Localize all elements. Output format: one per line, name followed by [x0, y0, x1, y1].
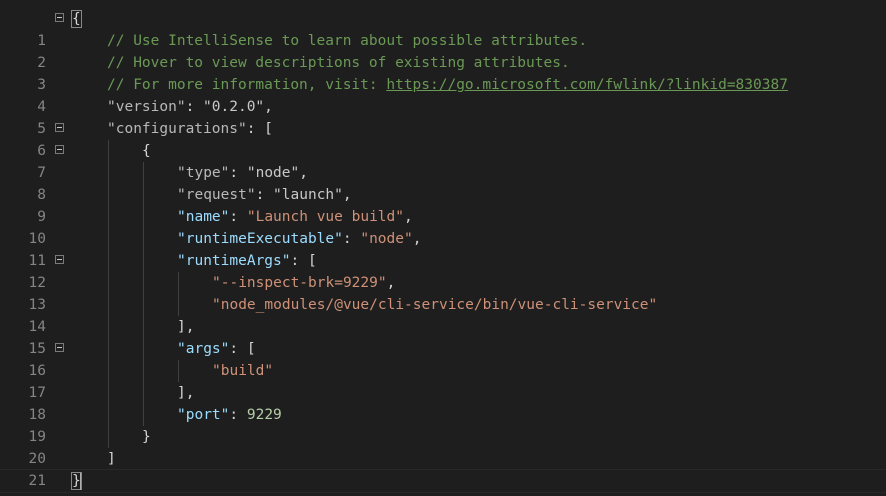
- code-line[interactable]: 19 "port": 9229: [0, 404, 886, 445]
- line-number: 22: [0, 492, 46, 496]
- open-brace: {: [71, 10, 82, 28]
- json-key: "type": [177, 165, 230, 181]
- code-line[interactable]: 7 {: [0, 140, 886, 181]
- code-line[interactable]: 21 ]: [0, 448, 886, 489]
- code-line[interactable]: 6 "configurations": [: [0, 118, 886, 159]
- code-line-current[interactable]: 22 }: [0, 469, 886, 496]
- fold-collapse-icon[interactable]: [55, 343, 64, 352]
- code-line[interactable]: 11 "runtimeExecutable": "node",: [0, 228, 886, 269]
- code-line[interactable]: 9 "request": "launch",: [0, 184, 886, 225]
- json-key: "runtimeArgs": [177, 253, 291, 269]
- code-editor[interactable]: 1 { 2 // Use IntelliSense to learn about…: [0, 0, 886, 496]
- code-line[interactable]: 20 }: [0, 426, 886, 467]
- json-key: "version": [107, 99, 186, 115]
- code-line[interactable]: 2 // Use IntelliSense to learn about pos…: [0, 30, 886, 71]
- comment-text: // For more information, visit:: [107, 77, 387, 93]
- code-line[interactable]: 8 "type": "node",: [0, 162, 886, 203]
- code-line[interactable]: 5 "version": "0.2.0",: [0, 96, 886, 137]
- json-key: "runtimeExecutable": [177, 231, 343, 247]
- json-key: "args": [177, 341, 230, 357]
- code-line[interactable]: 10 "name": "Launch vue build",: [0, 206, 886, 247]
- json-key: "configurations": [107, 121, 247, 137]
- code-line[interactable]: 16 "args": [: [0, 338, 886, 379]
- comment-text: // Use IntelliSense to learn about possi…: [107, 33, 588, 49]
- json-string-value: "node": [360, 231, 413, 247]
- code-line[interactable]: 1 {: [0, 8, 886, 49]
- json-key: "name": [177, 209, 230, 225]
- code-line[interactable]: 15 ],: [0, 316, 886, 357]
- comment-text: // Hover to view descriptions of existin…: [107, 55, 570, 71]
- code-line[interactable]: 14 "node_modules/@vue/cli-service/bin/vu…: [0, 294, 886, 335]
- code-line[interactable]: 4 // For more information, visit: https:…: [0, 74, 886, 115]
- json-string-value: "node_modules/@vue/cli-service/bin/vue-c…: [212, 297, 658, 313]
- code-line[interactable]: 17 "build": [0, 360, 886, 401]
- fold-collapse-icon[interactable]: [55, 255, 64, 264]
- fold-collapse-icon[interactable]: [55, 13, 64, 22]
- json-string-value: "0.2.0": [203, 99, 265, 115]
- fold-collapse-icon[interactable]: [55, 145, 64, 154]
- code-line[interactable]: 18 ],: [0, 382, 886, 423]
- json-number-value: 9229: [246, 407, 282, 423]
- text-cursor: [80, 473, 81, 490]
- json-key: "port": [177, 407, 230, 423]
- comment-link[interactable]: https://go.microsoft.com/fwlink/?linkid=…: [386, 77, 788, 93]
- json-string-value: "--inspect-brk=9229": [212, 275, 387, 291]
- json-string-value: "Launch vue build": [246, 209, 404, 225]
- json-string-value: "build": [212, 363, 274, 379]
- code-line[interactable]: 13 "--inspect-brk=9229",: [0, 272, 886, 313]
- code-line[interactable]: 12 "runtimeArgs": [: [0, 250, 886, 291]
- code-line[interactable]: 3 // Hover to view descriptions of exist…: [0, 52, 886, 93]
- json-string-value: "launch": [273, 187, 343, 203]
- json-string-value: "node": [246, 165, 300, 181]
- fold-collapse-icon[interactable]: [55, 123, 64, 132]
- json-key: "request": [177, 187, 256, 203]
